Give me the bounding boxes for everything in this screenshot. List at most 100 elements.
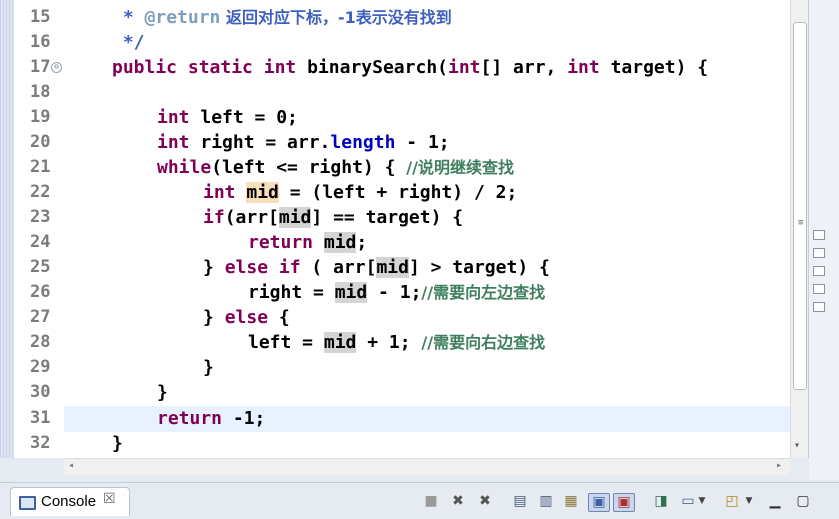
minimize-icon[interactable]: ▁ xyxy=(768,493,782,510)
show-on-stderr-icon[interactable]: ▣ xyxy=(613,493,635,512)
code-text: ( arr[ xyxy=(300,257,377,278)
vertical-scrollbar[interactable]: ≡ ▾ xyxy=(790,0,808,458)
code-line-20: int right = arr.length - 1; xyxy=(157,130,450,155)
code-line-15: * @return 返回对应下标，-1表示没有找到 xyxy=(112,5,452,30)
code-text: { xyxy=(268,307,290,328)
keyword: int xyxy=(448,57,481,78)
occurrence-highlight: mid xyxy=(334,282,368,303)
code-text: target) { xyxy=(599,57,709,78)
word-wrap-icon[interactable]: ▦ xyxy=(563,493,579,510)
code-text: (left <= right) { xyxy=(211,157,407,178)
keyword: int xyxy=(263,57,297,78)
keyword: if xyxy=(203,207,225,228)
code-text: ] == target) { xyxy=(311,207,464,228)
keyword: return xyxy=(248,232,314,253)
code-line-23: if(arr[mid] == target) { xyxy=(203,205,463,230)
fold-collapse-icon[interactable]: ⊖ xyxy=(51,62,62,73)
scroll-right-arrow-icon[interactable]: ▸ xyxy=(776,460,782,471)
code-text: left = xyxy=(248,332,324,353)
occurrence-highlight: mid xyxy=(278,207,312,228)
code-text: (arr[ xyxy=(224,207,279,228)
keyword: public xyxy=(112,57,178,78)
code-text: } xyxy=(203,257,225,278)
console-view-bar: Console ☒ ■ ✖ ✖ ▤ ▥ ▦ ▣ ▣ ◨ ▭ ▼ ◰ ▼ ▁ ▢ xyxy=(0,482,839,519)
keyword: static xyxy=(187,57,253,78)
keyword: if xyxy=(278,257,301,278)
code-text: ; xyxy=(356,232,368,253)
code-line-32: } xyxy=(112,433,123,454)
keyword: int xyxy=(157,132,190,153)
code-text: = (left + right) / 2; xyxy=(278,182,518,203)
show-on-stdout-icon[interactable]: ▣ xyxy=(588,493,610,512)
code-line-24: return mid; xyxy=(248,230,367,255)
code-line-19: int left = 0; xyxy=(157,105,298,130)
code-line-29: } xyxy=(203,357,214,378)
code-text: [] arr, xyxy=(480,57,568,78)
code-comment: //需要向右边查找 xyxy=(421,333,546,352)
code-text: ] > target) { xyxy=(408,257,550,278)
terminate-icon[interactable]: ■ xyxy=(424,493,438,510)
variable-declaration-highlight: mid xyxy=(246,182,279,203)
code-text: right = arr. xyxy=(189,132,331,153)
vertical-scrollbar-thumb[interactable]: ≡ xyxy=(793,22,807,390)
occurrence-highlight: mid xyxy=(323,232,357,253)
scroll-down-arrow-icon[interactable]: ▾ xyxy=(794,440,800,451)
console-tab-label: Console xyxy=(41,493,97,510)
code-text: right = xyxy=(248,282,335,303)
code-line-16: */ xyxy=(112,32,145,53)
chevron-down-icon[interactable]: ▼ xyxy=(744,493,754,510)
code-editor[interactable]: 15 16 17 18 19 20 21 22 23 24 25 26 27 2… xyxy=(0,0,809,458)
side-panel-button-icon[interactable] xyxy=(813,248,825,258)
code-line-26: right = mid - 1;//需要向左边查找 xyxy=(248,280,545,305)
side-panel-button-icon[interactable] xyxy=(813,284,825,294)
side-panel-button-icon[interactable] xyxy=(813,302,825,312)
code-line-31: return -1; xyxy=(157,406,265,431)
javadoc-star: * xyxy=(112,7,145,28)
code-text: - 1; xyxy=(395,132,450,153)
code-text: left = 0; xyxy=(189,107,298,128)
close-icon[interactable]: ☒ xyxy=(103,491,116,507)
code-line-30: } xyxy=(157,382,168,403)
field-reference: length xyxy=(330,132,396,153)
code-text-area[interactable]: * @return 返回对应下标，-1表示没有找到 */ public stat… xyxy=(64,0,790,458)
chevron-down-icon[interactable]: ▼ xyxy=(697,493,707,510)
side-panel-button-icon[interactable] xyxy=(813,266,825,276)
clear-console-icon[interactable]: ▤ xyxy=(512,493,528,510)
keyword: int xyxy=(203,182,236,203)
annotation-ruler xyxy=(0,0,14,458)
code-line-28: left = mid + 1; //需要向右边查找 xyxy=(248,330,545,355)
keyword: else xyxy=(224,307,269,328)
display-console-icon[interactable]: ▭ xyxy=(680,493,696,510)
remove-launch-icon[interactable]: ✖ xyxy=(450,493,466,510)
console-icon xyxy=(19,496,36,510)
grip-icon: ≡ xyxy=(798,218,804,228)
pin-console-icon[interactable]: ◨ xyxy=(652,493,670,510)
javadoc-text: 返回对应下标，-1表示没有找到 xyxy=(220,8,452,27)
open-console-icon[interactable]: ◰ xyxy=(723,493,741,510)
keyword: else xyxy=(224,257,269,278)
scroll-lock-icon[interactable]: ▥ xyxy=(538,493,554,510)
keyword: int xyxy=(567,57,600,78)
occurrence-highlight: mid xyxy=(323,332,357,353)
tab-console[interactable]: Console ☒ xyxy=(10,487,130,516)
code-line-27: } else { xyxy=(203,305,290,330)
code-comment: //需要向左边查找 xyxy=(421,283,546,302)
code-line-25: } else if ( arr[mid] > target) { xyxy=(203,255,550,280)
method-name: binarySearch( xyxy=(307,57,448,78)
overview-ruler xyxy=(809,0,839,480)
code-text: - 1; xyxy=(367,282,422,303)
maximize-icon[interactable]: ▢ xyxy=(796,493,810,510)
scroll-left-arrow-icon[interactable]: ◂ xyxy=(68,460,74,471)
keyword: return xyxy=(157,408,223,429)
horizontal-scrollbar[interactable]: ◂ ▸ xyxy=(64,458,790,475)
remove-all-icon[interactable]: ✖ xyxy=(476,493,494,510)
keyword: while xyxy=(157,157,212,178)
code-line-17: public static int binarySearch(int[] arr… xyxy=(112,55,708,80)
side-panel-button-icon[interactable] xyxy=(813,230,825,240)
code-line-22: int mid = (left + right) / 2; xyxy=(203,180,517,205)
code-line-21: while(left <= right) { //说明继续查找 xyxy=(157,155,514,180)
code-text: } xyxy=(203,307,225,328)
code-text: -1; xyxy=(222,408,266,429)
occurrence-highlight: mid xyxy=(376,257,409,278)
code-text: + 1; xyxy=(356,332,422,353)
